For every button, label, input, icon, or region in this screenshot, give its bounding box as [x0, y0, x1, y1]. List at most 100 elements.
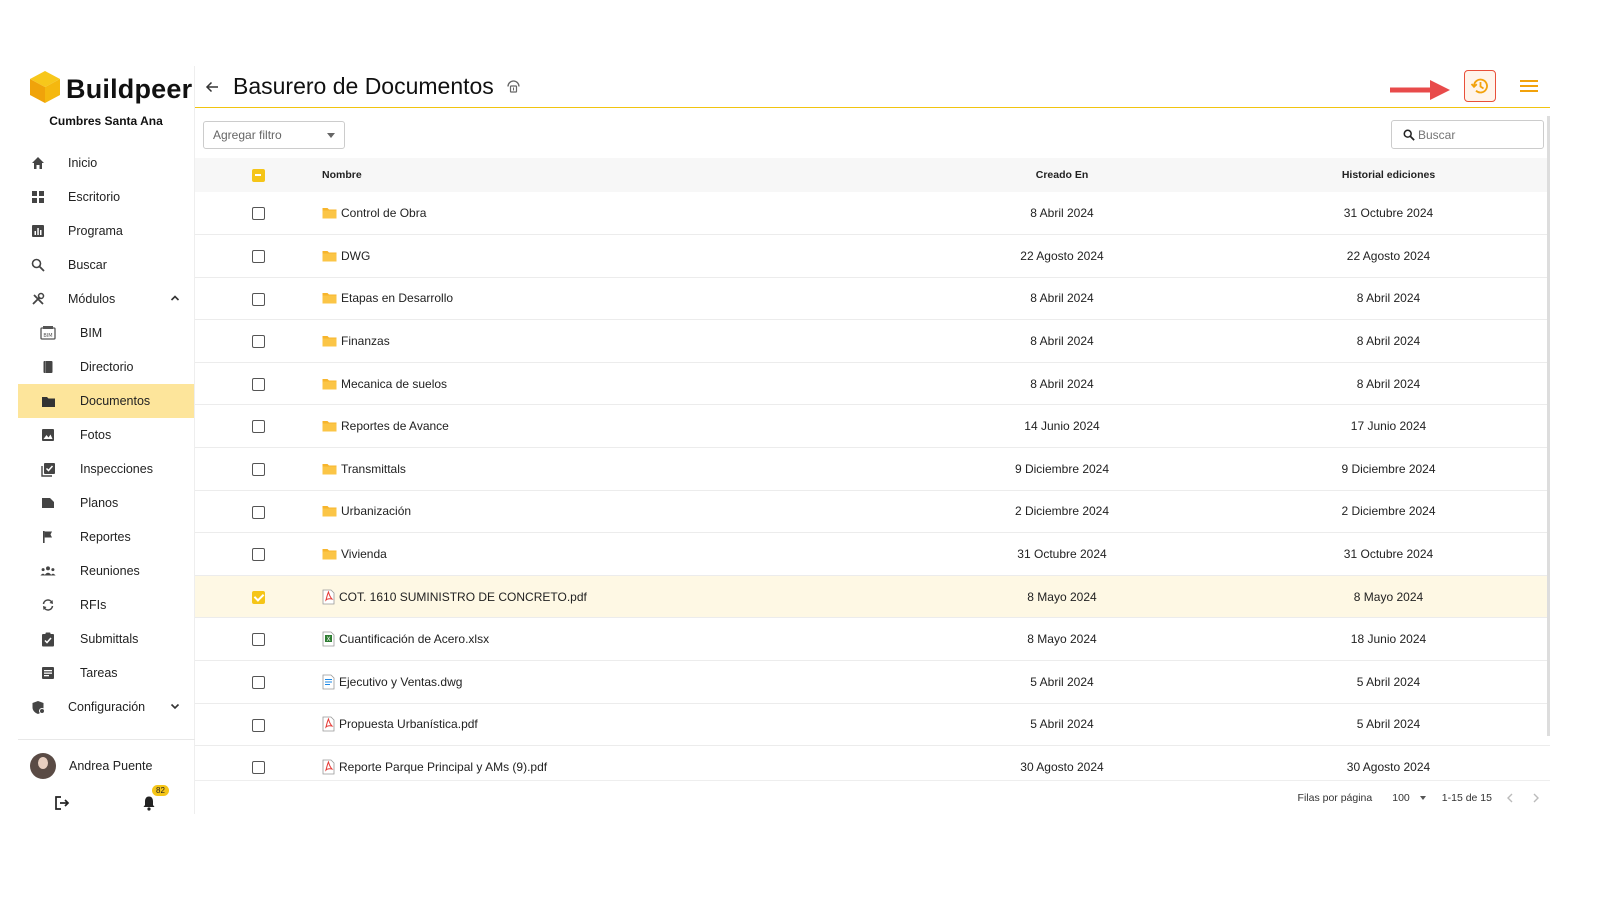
created-cell: 30 Agosto 2024: [1020, 760, 1104, 775]
sidebar-item-submittals[interactable]: Submittals: [18, 622, 194, 656]
sidebar-item-buscar[interactable]: Buscar: [18, 248, 194, 282]
history-cell: 31 Octubre 2024: [1343, 206, 1434, 221]
pdf-icon: [322, 589, 335, 605]
next-page-icon[interactable]: [1532, 793, 1540, 803]
row-checkbox[interactable]: [252, 761, 265, 775]
brand[interactable]: Buildpeer: [18, 66, 194, 112]
created-cell: 31 Octubre 2024: [1017, 547, 1107, 562]
sidebar-item-programa[interactable]: Programa: [18, 214, 194, 248]
name-cell[interactable]: DWG: [322, 235, 897, 278]
folder-icon: [322, 378, 337, 390]
row-checkbox[interactable]: [252, 718, 265, 732]
name-cell[interactable]: Control de Obra: [322, 192, 897, 235]
row-checkbox[interactable]: [252, 335, 265, 349]
sidebar-item-reuniones[interactable]: Reuniones: [18, 554, 194, 588]
column-header-name[interactable]: Nombre: [322, 158, 897, 192]
sidebar-item-documentos[interactable]: Documentos: [18, 384, 194, 418]
select-all-checkbox[interactable]: [252, 168, 265, 182]
table-row[interactable]: Control de Obra 8 Abril 2024 31 Octubre 20…: [195, 192, 1550, 235]
name-cell[interactable]: Mecanica de suelos: [322, 362, 897, 405]
history-cell: 8 Abril 2024: [1356, 334, 1421, 349]
name-cell[interactable]: Propuesta Urbanística.pdf: [322, 703, 897, 746]
name-cell[interactable]: Transmittals: [322, 448, 897, 491]
row-checkbox[interactable]: [252, 207, 265, 221]
table-row[interactable]: Transmittals 9 Diciembre 2024 9 Diciembre …: [195, 448, 1550, 491]
item-name: Transmittals: [341, 461, 406, 476]
sidebar-item-label: Planos: [80, 496, 119, 510]
name-cell[interactable]: Reporte Parque Principal y AMs (9).pdf: [322, 746, 897, 778]
row-checkbox[interactable]: [252, 250, 265, 264]
created-cell: 9 Diciembre 2024: [1014, 461, 1110, 476]
search-box[interactable]: [1391, 120, 1544, 149]
table-row[interactable]: Etapas en Desarrollo 8 Abril 2024 8 Abril …: [195, 277, 1550, 320]
select-all-cell: [195, 158, 322, 192]
scrollbar[interactable]: [1547, 116, 1550, 736]
table-row[interactable]: COT. 1610 SUMINISTRO DE CONCRETO.pdf 8 Ma…: [195, 575, 1550, 618]
chevron-down-icon[interactable]: [170, 700, 180, 714]
chevron-up-icon[interactable]: [170, 292, 180, 306]
people-icon: [40, 563, 56, 579]
row-checkbox[interactable]: [252, 505, 265, 519]
name-cell[interactable]: Urbanización: [322, 490, 897, 533]
name-cell[interactable]: COT. 1610 SUMINISTRO DE CONCRETO.pdf: [322, 575, 897, 618]
table-row[interactable]: Reportes de Avance 14 Junio 2024 17 Junio …: [195, 405, 1550, 448]
sidebar-item-label: BIM: [80, 326, 103, 340]
add-filter-dropdown[interactable]: Agregar filtro: [203, 121, 345, 149]
user-block: Andrea Puente 82: [18, 739, 195, 820]
row-checkbox[interactable]: [252, 463, 265, 477]
table-row[interactable]: Vivienda 31 Octubre 2024 31 Octubre 2024: [195, 533, 1550, 576]
row-checkbox[interactable]: [252, 420, 265, 434]
name-cell[interactable]: Reportes de Avance: [322, 405, 897, 448]
table-row[interactable]: Ejecutivo y Ventas.dwg 5 Abril 2024 5 Abri…: [195, 661, 1550, 704]
row-checkbox[interactable]: [252, 377, 265, 391]
created-cell: 8 Mayo 2024: [1027, 632, 1097, 647]
back-arrow-icon[interactable]: [205, 80, 219, 94]
name-cell[interactable]: Ejecutivo y Ventas.dwg: [322, 661, 897, 704]
table-row[interactable]: DWG 22 Agosto 2024 22 Agosto 2024: [195, 235, 1550, 278]
table-row[interactable]: Finanzas 8 Abril 2024 8 Abril 2024: [195, 320, 1550, 363]
row-checkbox[interactable]: [252, 292, 265, 306]
sidebar-item-inspecciones[interactable]: Inspecciones: [18, 452, 194, 486]
created-cell: 8 Abril 2024: [1030, 376, 1094, 391]
sidebar-item-rfis[interactable]: RFIs: [18, 588, 194, 622]
row-checkbox[interactable]: [252, 548, 265, 562]
sidebar-item-directorio[interactable]: Directorio: [18, 350, 194, 384]
row-checkbox[interactable]: [252, 675, 265, 689]
menu-icon[interactable]: [1520, 79, 1538, 93]
user-profile[interactable]: Andrea Puente: [18, 746, 195, 786]
name-cell[interactable]: X Cuantificación de Acero.xlsx: [322, 618, 897, 661]
caret-down-icon: [1419, 795, 1426, 800]
prev-page-icon[interactable]: [1506, 793, 1514, 803]
rows-per-page-select[interactable]: 100: [1382, 792, 1426, 804]
pdf-icon: [322, 716, 335, 732]
name-cell[interactable]: Vivienda: [322, 533, 897, 576]
sidebar-item-escritorio[interactable]: Escritorio: [18, 180, 194, 214]
table-row[interactable]: Propuesta Urbanística.pdf 5 Abril 2024 5 A…: [195, 703, 1550, 746]
name-cell[interactable]: Etapas en Desarrollo: [322, 277, 897, 320]
sidebar-item-fotos[interactable]: Fotos: [18, 418, 194, 452]
sidebar-item-tareas[interactable]: Tareas: [18, 656, 194, 690]
notification-bell-icon[interactable]: [142, 795, 156, 811]
table-row[interactable]: Mecanica de suelos 8 Abril 2024 8 Abril 20…: [195, 362, 1550, 405]
sidebar-item-planos[interactable]: Planos: [18, 486, 194, 520]
sidebar-item-configuracion[interactable]: Configuración: [18, 690, 194, 724]
search-input[interactable]: [1418, 127, 1528, 142]
sidebar-item-reportes[interactable]: Reportes: [18, 520, 194, 554]
column-header-history[interactable]: Historial ediciones: [1227, 158, 1550, 192]
sidebar-item-modulos[interactable]: Módulos: [18, 282, 194, 316]
table-row[interactable]: X Cuantificación de Acero.xlsx 8 Mayo 2024…: [195, 618, 1550, 661]
row-select-cell: [195, 362, 322, 405]
row-select-cell: [195, 277, 322, 320]
history-button[interactable]: [1464, 70, 1496, 102]
sidebar-item-bim[interactable]: BIM BIM: [18, 316, 194, 350]
column-header-created[interactable]: Creado En: [897, 158, 1227, 192]
row-checkbox[interactable]: [252, 633, 265, 647]
row-checkbox[interactable]: [252, 590, 265, 604]
history-cell: 22 Agosto 2024: [1346, 248, 1431, 263]
folder-icon: [40, 393, 56, 409]
table-row[interactable]: Urbanización 2 Diciembre 2024 2 Diciembre …: [195, 490, 1550, 533]
name-cell[interactable]: Finanzas: [322, 320, 897, 363]
logout-icon[interactable]: [54, 795, 70, 811]
table-row[interactable]: Reporte Parque Principal y AMs (9).pdf 30…: [195, 746, 1550, 778]
sidebar-item-inicio[interactable]: Inicio: [18, 146, 194, 180]
